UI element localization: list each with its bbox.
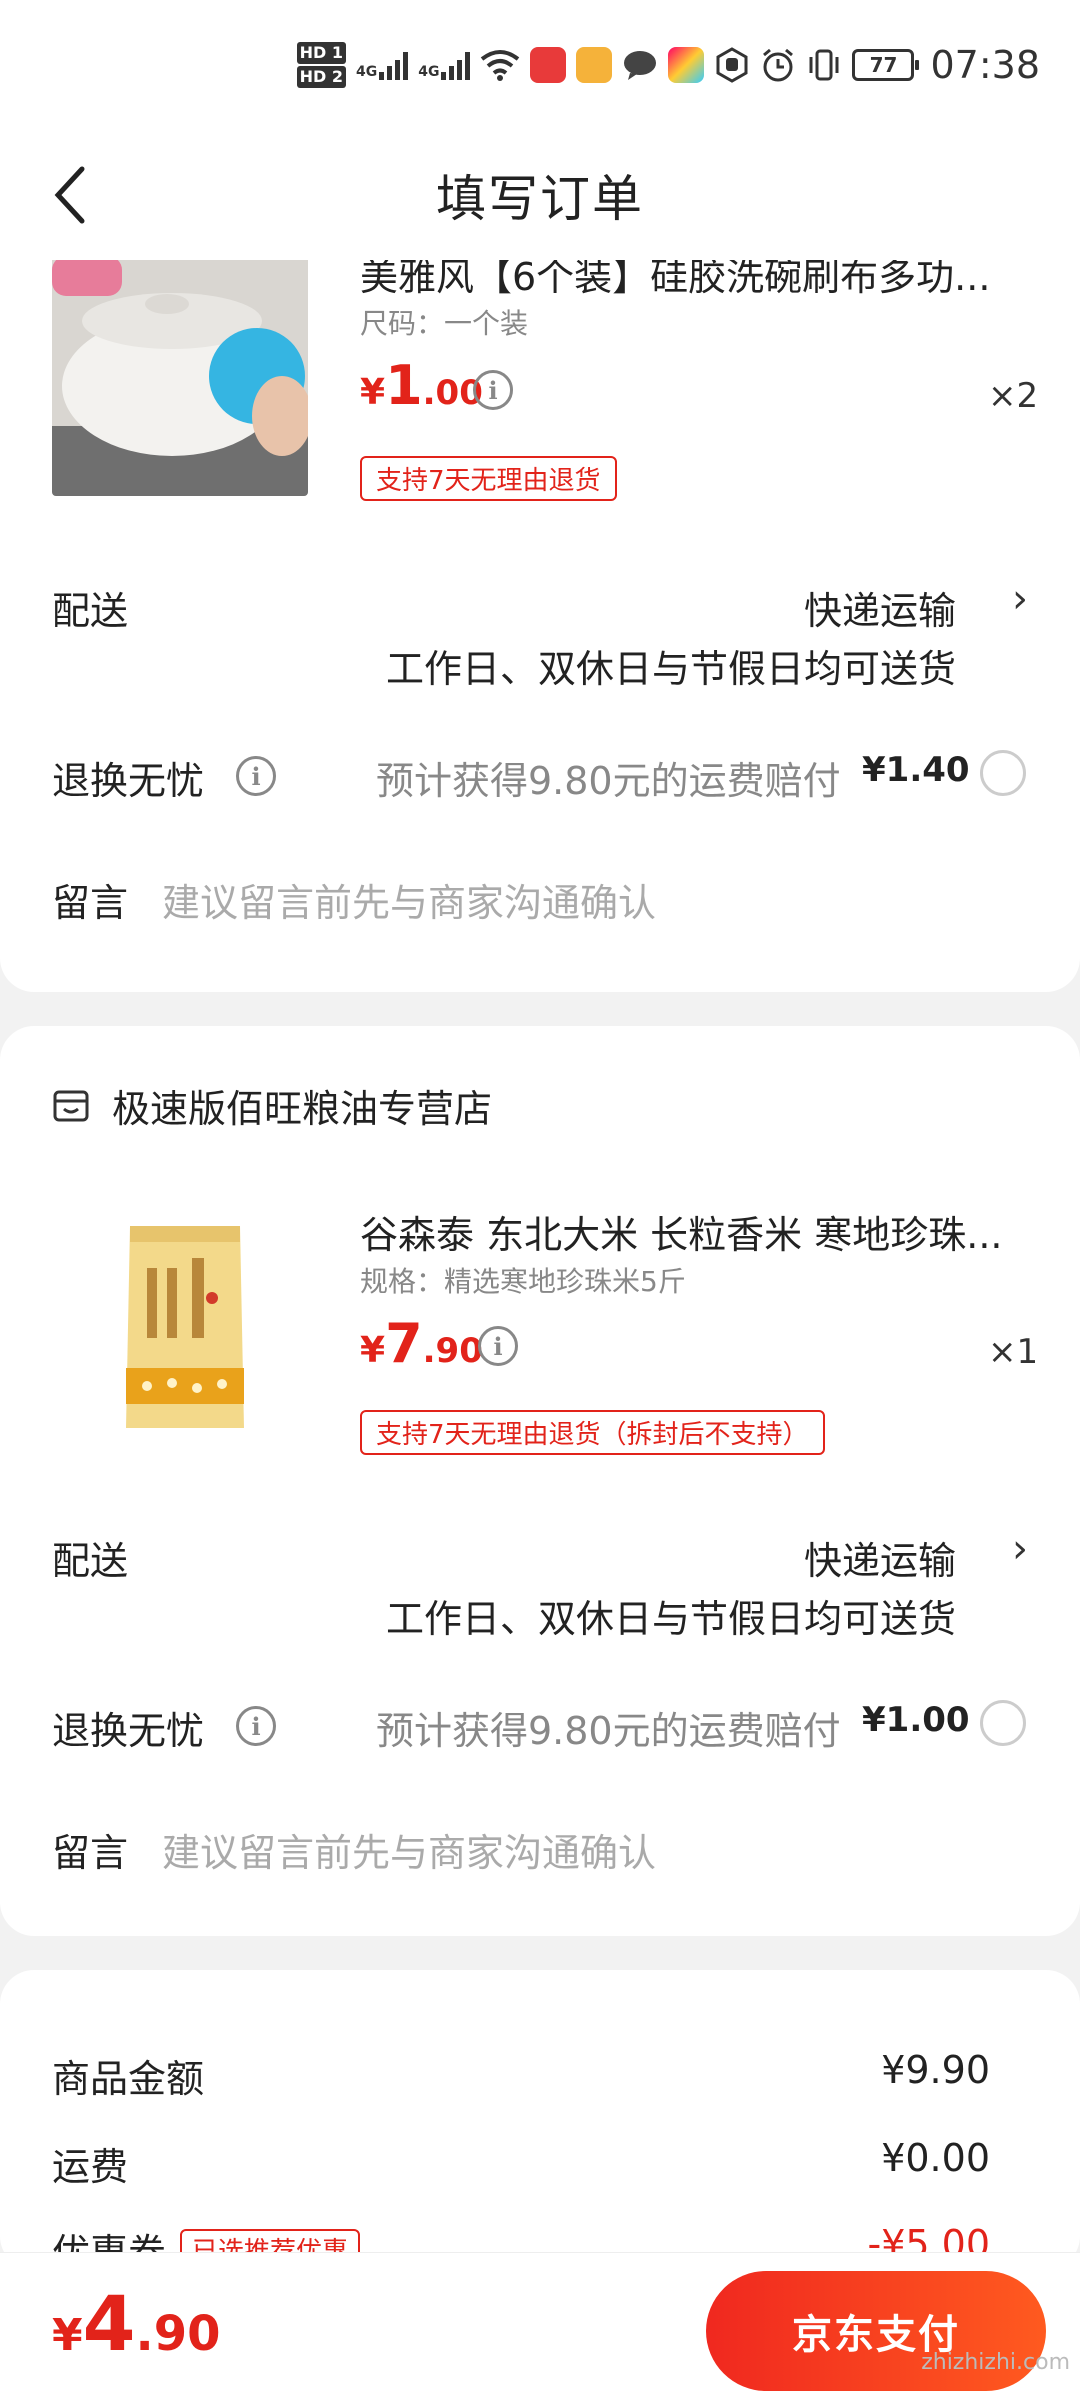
vibrate-icon — [806, 45, 842, 85]
return-description: 预计获得9.80元的运费赔付 — [376, 759, 841, 803]
chevron-right-icon[interactable]: › — [1012, 576, 1028, 622]
header-bar: 填写订单 — [0, 130, 1080, 260]
delivery-label: 配送 — [52, 589, 129, 633]
product-price: ¥ 1 .00 — [360, 354, 483, 417]
return-label: 退换无忧 — [52, 759, 205, 803]
store-header[interactable]: 极速版佰旺粮油专营店 — [52, 1078, 492, 1133]
price-integer: 7 — [385, 1312, 423, 1375]
shipping-fee-label: 运费 — [52, 2145, 129, 2189]
app-notification-icon — [668, 47, 705, 83]
goods-amount-row: 商品金额 ¥9.90 — [52, 2048, 990, 2103]
price-decimal: .90 — [422, 1331, 483, 1371]
price-currency: ¥ — [360, 1330, 386, 1371]
watermark: zhizhizhi.com — [921, 2350, 1070, 2375]
hd-indicator: HD 1 HD 2 — [296, 41, 347, 89]
note-input[interactable]: 建议留言前先与商家沟通确认 — [162, 1822, 656, 1877]
return-policy-tag: 支持7天无理由退货（拆封后不支持） — [360, 1410, 825, 1455]
battery-level: 77 — [869, 53, 898, 77]
checkout-bar: ¥ 4 .90 京东支付 — [0, 2252, 1080, 2400]
note-label: 留言 — [52, 1831, 129, 1875]
store-icon — [53, 1090, 89, 1121]
return-insurance-radio[interactable] — [980, 1700, 1026, 1746]
battery-icon: 77 — [852, 49, 920, 81]
delivery-label: 配送 — [52, 1539, 129, 1583]
store-card-1: 美雅风【6个装】硅胶洗碗刷布多功... 尺码：一个装 ¥ 1 .00 i ×2 … — [0, 236, 1080, 992]
price-integer: 1 — [385, 354, 423, 417]
clock: 07:38 — [930, 43, 1040, 87]
goods-amount-value: ¥9.90 — [881, 2048, 990, 2092]
return-price: ¥1.00 — [862, 1700, 970, 1740]
status-bar: HD 1 HD 2 4G 4G 77 07:38 — [0, 0, 1080, 130]
message-icon — [622, 45, 658, 85]
delivery-method[interactable]: 快递运输 — [804, 1530, 956, 1585]
return-info-icon[interactable]: i — [236, 756, 276, 796]
note-label: 留言 — [52, 881, 129, 925]
store-card-2: 极速版佰旺粮油专营店 谷森泰 东北大米 长粒香米 寒地珍珠... 规格：精选寒地… — [0, 1026, 1080, 1936]
price-info-icon[interactable]: i — [473, 370, 513, 410]
total-integer: 4 — [82, 2279, 136, 2368]
total-price: ¥ 4 .90 — [52, 2279, 221, 2368]
order-summary-card: 商品金额 ¥9.90 运费 ¥0.00 优惠券 已选推荐优惠 -¥5.00 — [0, 1970, 1080, 2270]
product-quantity: ×1 — [988, 1332, 1039, 1372]
delivery-note: 工作日、双休日与节假日均可送货 — [385, 1597, 956, 1641]
price-currency: ¥ — [360, 372, 386, 413]
network-type-2: 4G — [418, 64, 440, 80]
return-label: 退换无忧 — [52, 1709, 205, 1753]
chevron-right-icon[interactable]: › — [1012, 1526, 1028, 1572]
return-info-icon[interactable]: i — [236, 1706, 276, 1746]
hand-icon — [714, 45, 750, 85]
product-quantity: ×2 — [988, 376, 1039, 416]
return-insurance-radio[interactable] — [980, 750, 1026, 796]
delivery-note: 工作日、双休日与节假日均可送货 — [385, 647, 956, 691]
total-currency: ¥ — [52, 2310, 83, 2361]
return-price: ¥1.40 — [862, 750, 970, 790]
page-title: 填写订单 — [436, 170, 644, 228]
network-type-1: 4G — [356, 64, 378, 80]
app-notification-icon — [576, 47, 613, 83]
hd2-label: HD 2 — [296, 66, 347, 88]
back-button[interactable] — [50, 160, 110, 230]
product-spec: 规格：精选寒地珍珠米5斤 — [360, 1265, 686, 1298]
product-price: ¥ 7 .90 — [360, 1312, 483, 1375]
return-description: 预计获得9.80元的运费赔付 — [376, 1709, 841, 1753]
return-policy-tag: 支持7天无理由退货 — [360, 456, 617, 501]
store-name[interactable]: 极速版佰旺粮油专营店 — [112, 1078, 492, 1133]
signal-2-icon: 4G — [418, 50, 471, 80]
app-notification-icon — [530, 47, 567, 83]
price-info-icon[interactable]: i — [478, 1326, 518, 1366]
goods-amount-label: 商品金额 — [52, 2057, 205, 2101]
alarm-icon — [760, 45, 796, 85]
product-spec: 尺码：一个装 — [360, 307, 529, 340]
shipping-fee-row: 运费 ¥0.00 — [52, 2136, 990, 2191]
shipping-fee-value: ¥0.00 — [881, 2136, 990, 2180]
hd1-label: HD 1 — [296, 42, 347, 64]
wifi-icon — [480, 45, 520, 85]
delivery-method[interactable]: 快递运输 — [804, 580, 956, 635]
total-decimal: .90 — [135, 2306, 221, 2362]
back-arrow-icon — [54, 166, 85, 224]
product-title[interactable]: 谷森泰 东北大米 长粒香米 寒地珍珠... — [360, 1204, 1020, 1259]
note-input[interactable]: 建议留言前先与商家沟通确认 — [162, 872, 656, 927]
signal-1-icon: 4G — [356, 50, 409, 80]
product-image[interactable] — [52, 236, 308, 496]
order-page: HD 1 HD 2 4G 4G 77 07:38 美雅风【6个装】硅胶洗碗刷布多… — [0, 0, 1080, 2400]
product-image[interactable] — [52, 1198, 308, 1458]
